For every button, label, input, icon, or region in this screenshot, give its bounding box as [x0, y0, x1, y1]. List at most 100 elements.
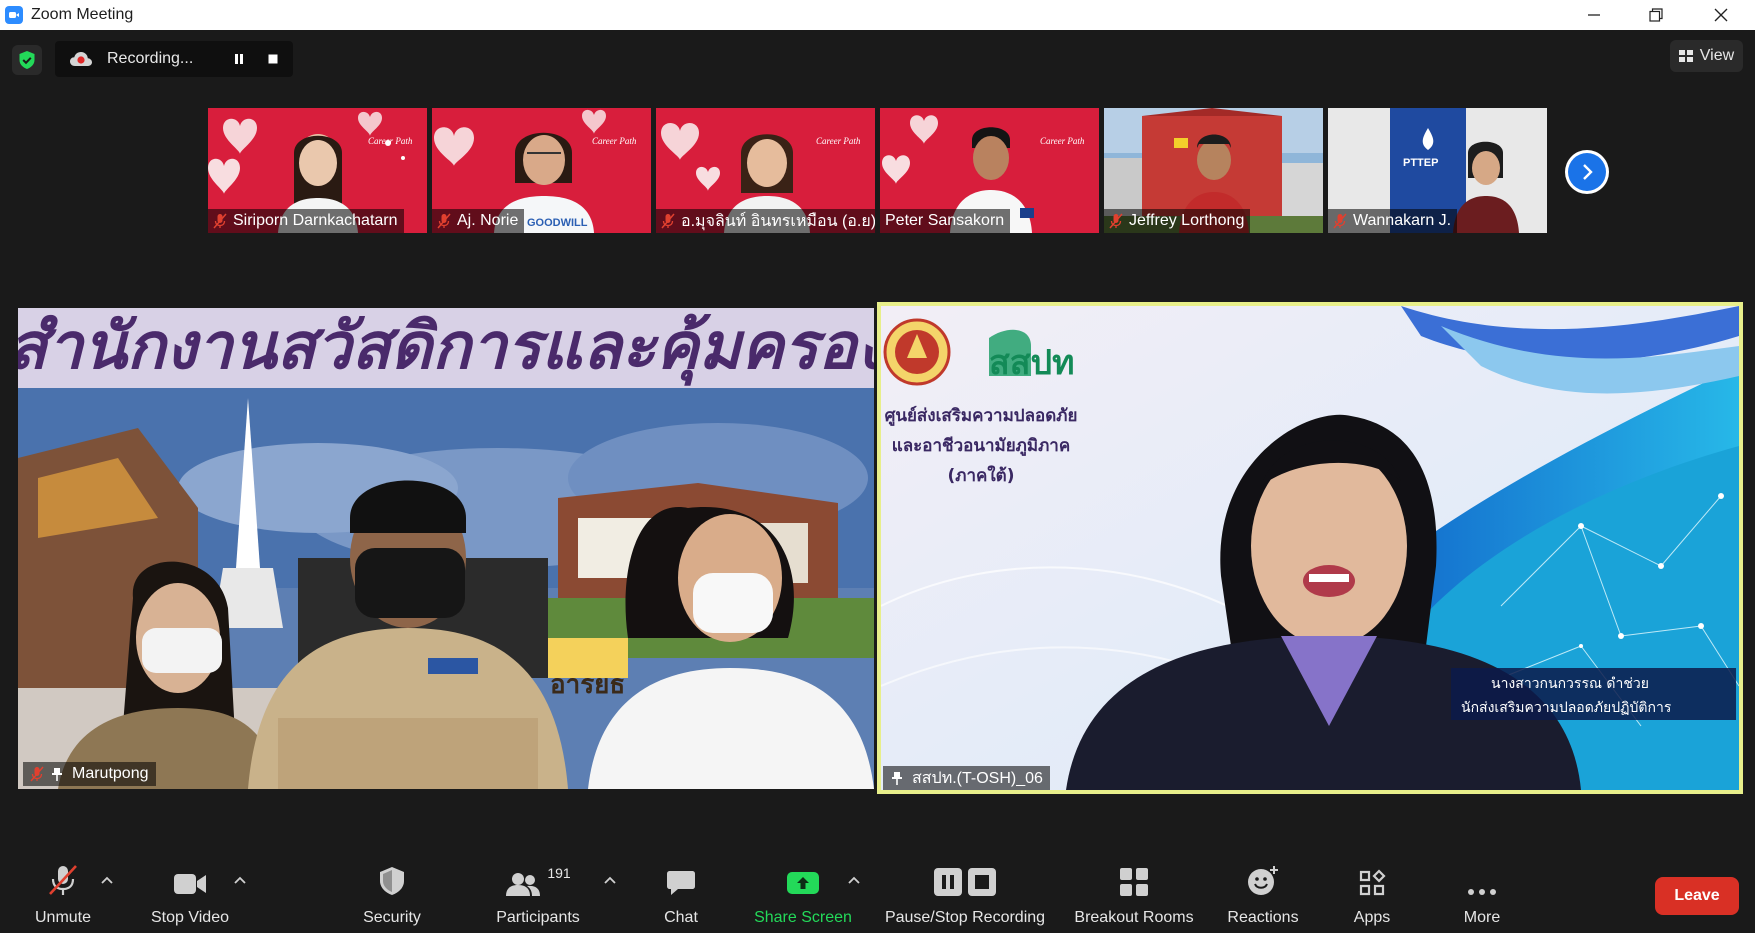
svg-text:Career Path: Career Path: [592, 136, 637, 146]
org-line-3: (ภาคใต้): [947, 465, 1014, 486]
more-ellipsis-icon: [1468, 889, 1496, 895]
muted-mic-icon: [30, 766, 44, 782]
share-options-chevron-up-icon[interactable]: [847, 875, 861, 885]
participants-label: Participants: [496, 909, 580, 926]
org-line-2: และอาชีวอนามัยภูมิภาค: [892, 435, 1070, 457]
security-shield-icon: [380, 867, 404, 895]
sign-text: อารยธ: [550, 670, 625, 700]
muted-mic-icon: [437, 213, 451, 229]
recording-status: Recording...: [107, 50, 194, 67]
cloud-recording-icon: [70, 52, 92, 66]
unmute-button[interactable]: Unmute: [22, 855, 104, 933]
participant-name-label: อ.มุจลินท์ อินทรเหมือน (อ.ย): [656, 209, 875, 233]
stop-video-button[interactable]: Stop Video: [140, 855, 240, 933]
pause-recording-button[interactable]: [227, 47, 251, 71]
window-title: Zoom Meeting: [31, 6, 134, 23]
audio-options-chevron-up-icon[interactable]: [100, 875, 114, 885]
breakout-rooms-icon: [1120, 868, 1148, 896]
restore-button[interactable]: [1627, 0, 1685, 30]
participant-name-label: สสปท.(T-OSH)_06: [883, 766, 1050, 790]
muted-mic-icon: [49, 865, 77, 895]
reactions-button[interactable]: Reactions: [1222, 855, 1304, 933]
video-camera-icon: [174, 874, 206, 894]
participant-name: สสปท.(T-OSH)_06: [912, 769, 1043, 787]
reactions-emoji-icon: [1248, 866, 1278, 895]
chat-label: Chat: [664, 909, 698, 926]
more-button[interactable]: More: [1456, 855, 1508, 933]
meeting-toolbar: Unmute Stop Video Security 191 Participa…: [0, 855, 1755, 933]
security-button[interactable]: Security: [352, 855, 432, 933]
minimize-button[interactable]: [1565, 0, 1623, 30]
participant-name-label: Jeffrey Lorthong: [1104, 209, 1251, 233]
more-label: More: [1463, 909, 1501, 926]
svg-text:Career Path: Career Path: [1040, 136, 1085, 146]
breakout-rooms-button[interactable]: Breakout Rooms: [1069, 855, 1199, 933]
chevron-right-icon: [1568, 153, 1606, 191]
participant-name-label: Wannakarn J.: [1328, 209, 1458, 233]
participant-tile[interactable]: PTTEP Wannakarn J.: [1328, 108, 1547, 233]
share-screen-button[interactable]: Share Screen: [752, 855, 854, 933]
org-logo-text: สสปท: [989, 343, 1075, 383]
pause-stop-icon: [934, 868, 996, 896]
close-button[interactable]: [1692, 0, 1750, 30]
participants-button[interactable]: 191 Participants: [486, 855, 590, 933]
participants-count: 191: [547, 865, 571, 881]
participant-name-label: Aj. Norie: [432, 209, 525, 233]
participant-tile[interactable]: Jeffrey Lorthong: [1104, 108, 1323, 233]
participant-name-label: Marutpong: [23, 762, 156, 786]
muted-mic-icon: [213, 213, 227, 229]
video-feed: สสปท ศูนย์ส่งเสริมความปลอดภัย และอาชีวอน…: [881, 306, 1739, 790]
participant-name: Jeffrey Lorthong: [1129, 212, 1245, 229]
encryption-shield-icon[interactable]: [12, 45, 42, 75]
participants-options-chevron-up-icon[interactable]: [603, 875, 617, 885]
participant-name: Aj. Norie: [457, 212, 519, 229]
security-label: Security: [363, 909, 421, 926]
muted-mic-icon: [661, 213, 675, 229]
svg-text:GOODWILL: GOODWILL: [527, 217, 588, 229]
share-screen-icon: [787, 872, 819, 894]
breakout-rooms-label: Breakout Rooms: [1074, 909, 1194, 926]
participant-name: อ.มุจลินท์ อินทรเหมือน (อ.ย): [681, 212, 875, 230]
org-line-1: ศูนย์ส่งเสริมความปลอดภัย: [885, 405, 1078, 427]
view-label: View: [1699, 47, 1735, 64]
participant-tile[interactable]: Career Path GOODWILL Aj. Norie: [432, 108, 651, 233]
svg-text:PTTEP: PTTEP: [1403, 157, 1438, 169]
video-options-chevron-up-icon[interactable]: [233, 875, 247, 885]
chat-button[interactable]: Chat: [655, 855, 707, 933]
participant-name: Marutpong: [72, 765, 149, 782]
muted-mic-icon: [1333, 213, 1347, 229]
video-feed: สำนักงานสวัสดิการและคุ้มครองแรงงานจังหวั…: [18, 308, 874, 789]
pause-stop-recording-label: Pause/Stop Recording: [884, 909, 1046, 926]
participant-name: Peter Sansakorn: [885, 212, 1005, 229]
next-page-button[interactable]: [1565, 150, 1609, 194]
participant-name-label: Siriporn Darnkachatarn: [208, 209, 404, 233]
pause-stop-recording-button[interactable]: Pause/Stop Recording: [880, 855, 1050, 933]
caption-role: นักส่งเสริมความปลอดภัยปฏิบัติการ: [1461, 700, 1672, 716]
pin-icon: [52, 768, 62, 781]
video-tile-active-speaker[interactable]: สสปท ศูนย์ส่งเสริมความปลอดภัย และอาชีวอน…: [877, 302, 1743, 794]
svg-text:Career Path: Career Path: [816, 136, 861, 146]
stop-recording-button[interactable]: [261, 47, 285, 71]
caption-name: นางสาวกนกวรรณ ดำช่วย: [1491, 676, 1649, 692]
participant-name: Siriporn Darnkachatarn: [233, 212, 398, 229]
apps-button[interactable]: Apps: [1346, 855, 1398, 933]
banner-text: สำนักงานสวัสดิการและคุ้มครองแรงงานจังหวั…: [18, 310, 874, 386]
grid-view-icon: [1678, 50, 1693, 62]
zoom-app-icon: [5, 6, 23, 24]
share-screen-label: Share Screen: [754, 909, 852, 926]
participant-tile[interactable]: Career Path Peter Sansakorn: [880, 108, 1099, 233]
reactions-label: Reactions: [1227, 909, 1299, 926]
apps-icon: [1359, 869, 1386, 896]
view-button[interactable]: View: [1670, 40, 1743, 72]
leave-button[interactable]: Leave: [1655, 877, 1739, 915]
recording-indicator: Recording...: [55, 41, 293, 77]
unmute-label: Unmute: [34, 909, 92, 926]
participant-tile[interactable]: Career Path อ.มุจลินท์ อินทรเหมือน (อ.ย): [656, 108, 875, 233]
stop-video-label: Stop Video: [151, 909, 229, 926]
participant-name: Wannakarn J.: [1353, 212, 1452, 229]
participant-tile[interactable]: Career Path Siriporn Darnkachatarn: [208, 108, 427, 233]
muted-mic-icon: [1109, 213, 1123, 229]
video-tile-marutpong[interactable]: สำนักงานสวัสดิการและคุ้มครองแรงงานจังหวั…: [18, 308, 874, 789]
pin-icon: [892, 772, 902, 785]
apps-label: Apps: [1353, 909, 1391, 926]
